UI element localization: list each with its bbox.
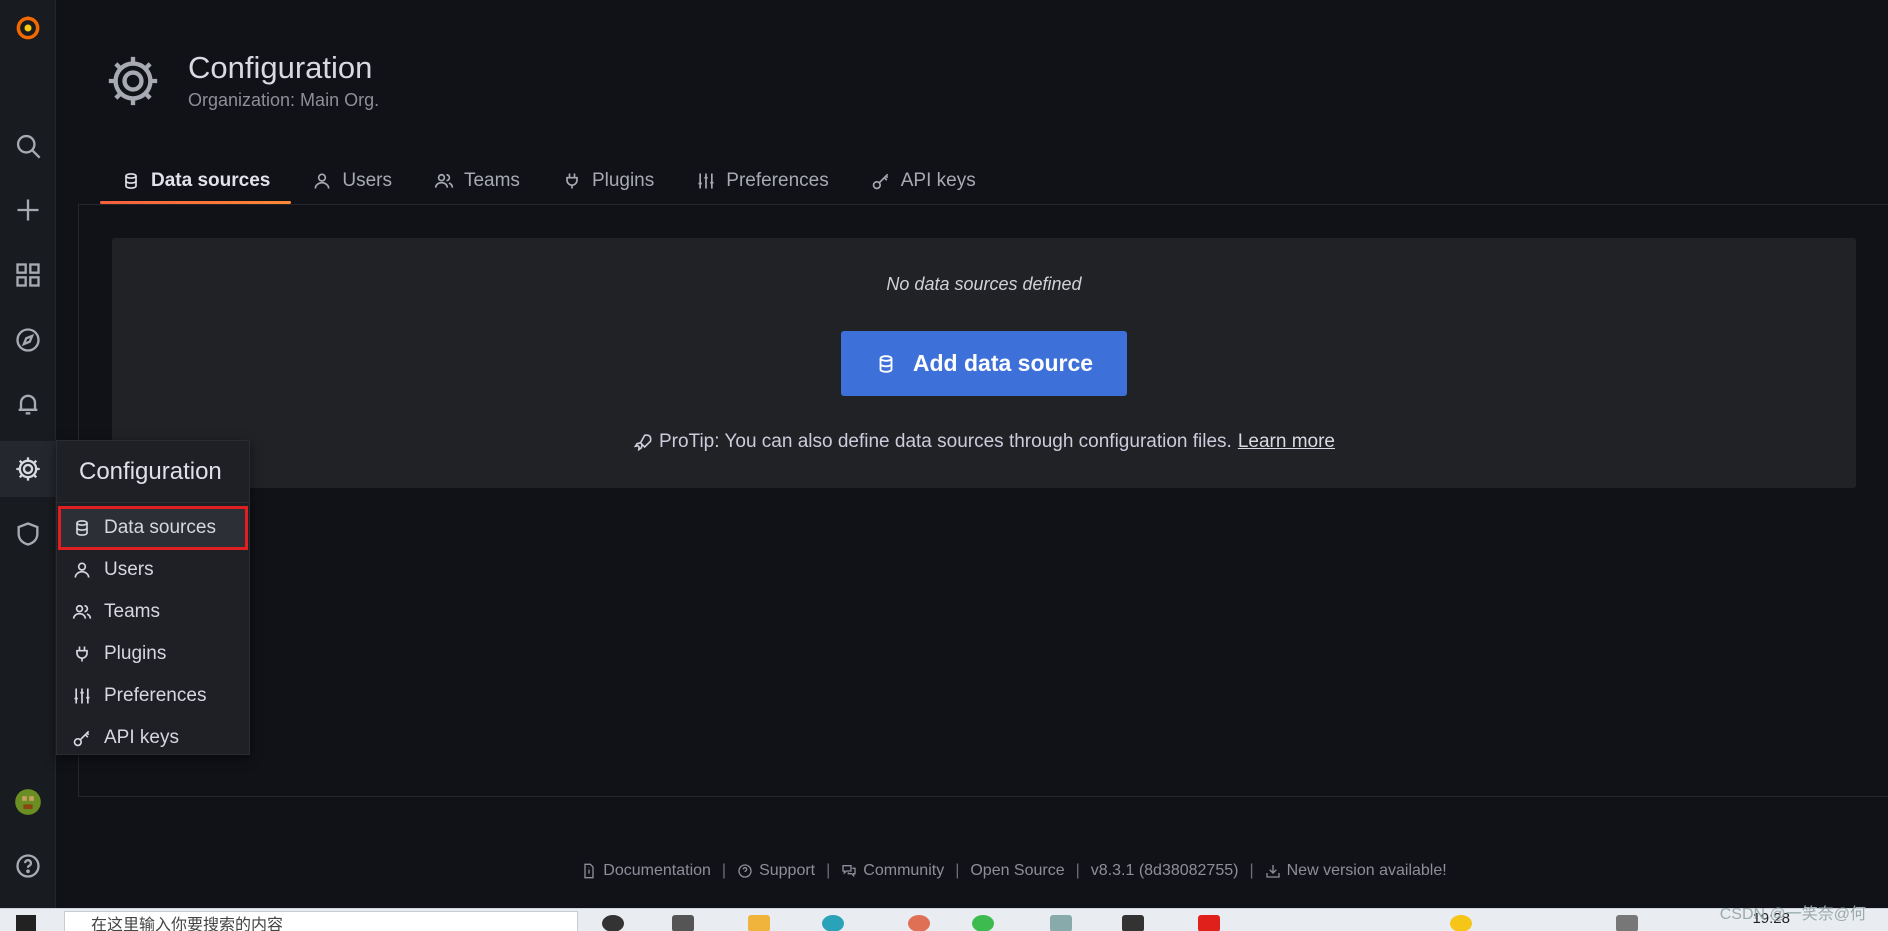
shield-icon[interactable] xyxy=(0,506,56,562)
folder-icon[interactable] xyxy=(748,915,770,931)
gear-icon[interactable] xyxy=(0,441,56,497)
footer-separator: | xyxy=(1075,862,1080,879)
page-subtitle: Organization: Main Org. xyxy=(188,90,380,110)
taskbar-search-input[interactable]: 在这里输入你要搜索的内容 xyxy=(64,911,578,931)
tab-data-sources[interactable]: Data sources xyxy=(100,158,292,204)
search-icon[interactable] xyxy=(0,118,56,174)
footer-open-source-link[interactable]: Open Source xyxy=(970,862,1064,880)
key-icon xyxy=(872,173,888,190)
users-icon xyxy=(72,604,92,619)
learn-more-link[interactable]: Learn more xyxy=(1238,431,1335,453)
rocket-icon xyxy=(633,434,652,452)
app-icon[interactable] xyxy=(908,915,930,931)
protip: ProTip: You can also define data sources… xyxy=(112,431,1856,453)
tab-bar: Data sources Users Teams Plugins Prefere… xyxy=(100,158,997,204)
bell-icon[interactable] xyxy=(0,376,56,432)
tab-preferences[interactable]: Preferences xyxy=(675,158,849,204)
taskview-icon[interactable] xyxy=(602,915,624,931)
footer-version: v8.3.1 (8d38082755) xyxy=(1090,862,1239,879)
empty-list-card: No data sources defined Add data source … xyxy=(112,238,1856,488)
plug-icon xyxy=(76,646,88,662)
plug-icon xyxy=(566,173,578,189)
tab-plugins[interactable]: Plugins xyxy=(541,158,675,204)
system-tray-icon[interactable] xyxy=(1616,915,1638,931)
side-nav xyxy=(0,0,56,908)
footer-separator: | xyxy=(826,862,831,879)
dashboards-icon[interactable] xyxy=(0,247,56,303)
footer-separator: | xyxy=(1249,862,1254,879)
grafana-logo-icon[interactable] xyxy=(0,0,56,56)
menu-item-data-sources[interactable]: Data sources xyxy=(58,506,248,550)
footer-community-link[interactable]: Community xyxy=(841,862,944,880)
download-icon xyxy=(1265,865,1280,878)
plus-icon[interactable] xyxy=(0,182,56,238)
notepad-icon[interactable] xyxy=(1050,915,1072,931)
tab-teams[interactable]: Teams xyxy=(413,158,541,204)
comments-icon xyxy=(842,865,856,878)
menu-item-api-keys[interactable]: API keys xyxy=(57,717,249,759)
footer-separator: | xyxy=(955,862,960,879)
key-icon xyxy=(73,730,90,747)
gear-icon xyxy=(108,56,158,105)
watermark: CSDN @一笑奈@何 xyxy=(1719,906,1866,923)
users-icon xyxy=(434,173,454,188)
edge-icon[interactable] xyxy=(822,915,844,931)
compass-icon[interactable] xyxy=(0,312,56,368)
menu-item-plugins[interactable]: Plugins xyxy=(57,633,249,675)
question-circle-icon xyxy=(738,864,752,878)
add-data-source-button[interactable]: Add data source xyxy=(841,331,1127,396)
menu-item-preferences[interactable]: Preferences xyxy=(57,675,249,717)
app-icon[interactable] xyxy=(1198,915,1220,931)
tab-users[interactable]: Users xyxy=(291,158,413,204)
page-header: Configuration Organization: Main Org. xyxy=(104,50,379,111)
wechat-icon[interactable] xyxy=(972,915,994,931)
tab-api-keys[interactable]: API keys xyxy=(850,158,997,204)
database-icon xyxy=(76,520,88,536)
menu-item-teams[interactable]: Teams xyxy=(57,591,249,633)
footer-new-version-link[interactable]: New version available! xyxy=(1265,862,1447,880)
app-icon[interactable] xyxy=(672,915,694,931)
footer: Documentation | Support | Community | Op… xyxy=(0,862,1888,880)
footer-support-link[interactable]: Support xyxy=(737,862,815,880)
os-taskbar: 在这里输入你要搜索的内容 19:28 xyxy=(0,908,1888,931)
footer-separator: | xyxy=(721,862,727,879)
footer-documentation-link[interactable]: Documentation xyxy=(581,862,711,880)
terminal-icon[interactable] xyxy=(1122,915,1144,931)
sliders-icon xyxy=(74,688,90,704)
weather-icon xyxy=(1450,915,1472,931)
database-icon xyxy=(879,354,893,373)
document-icon xyxy=(584,863,594,879)
page-title: Configuration xyxy=(188,50,373,85)
menu-title[interactable]: Configuration xyxy=(57,441,249,503)
avatar[interactable] xyxy=(0,774,56,830)
database-icon xyxy=(125,173,137,189)
sliders-icon xyxy=(698,173,714,189)
empty-message: No data sources defined xyxy=(886,274,1082,294)
windows-start-icon[interactable] xyxy=(16,915,36,931)
user-icon xyxy=(314,173,330,189)
configuration-menu: Configuration Data sources Users Teams P… xyxy=(56,440,250,755)
user-icon xyxy=(74,562,90,578)
menu-item-users[interactable]: Users xyxy=(57,549,249,591)
